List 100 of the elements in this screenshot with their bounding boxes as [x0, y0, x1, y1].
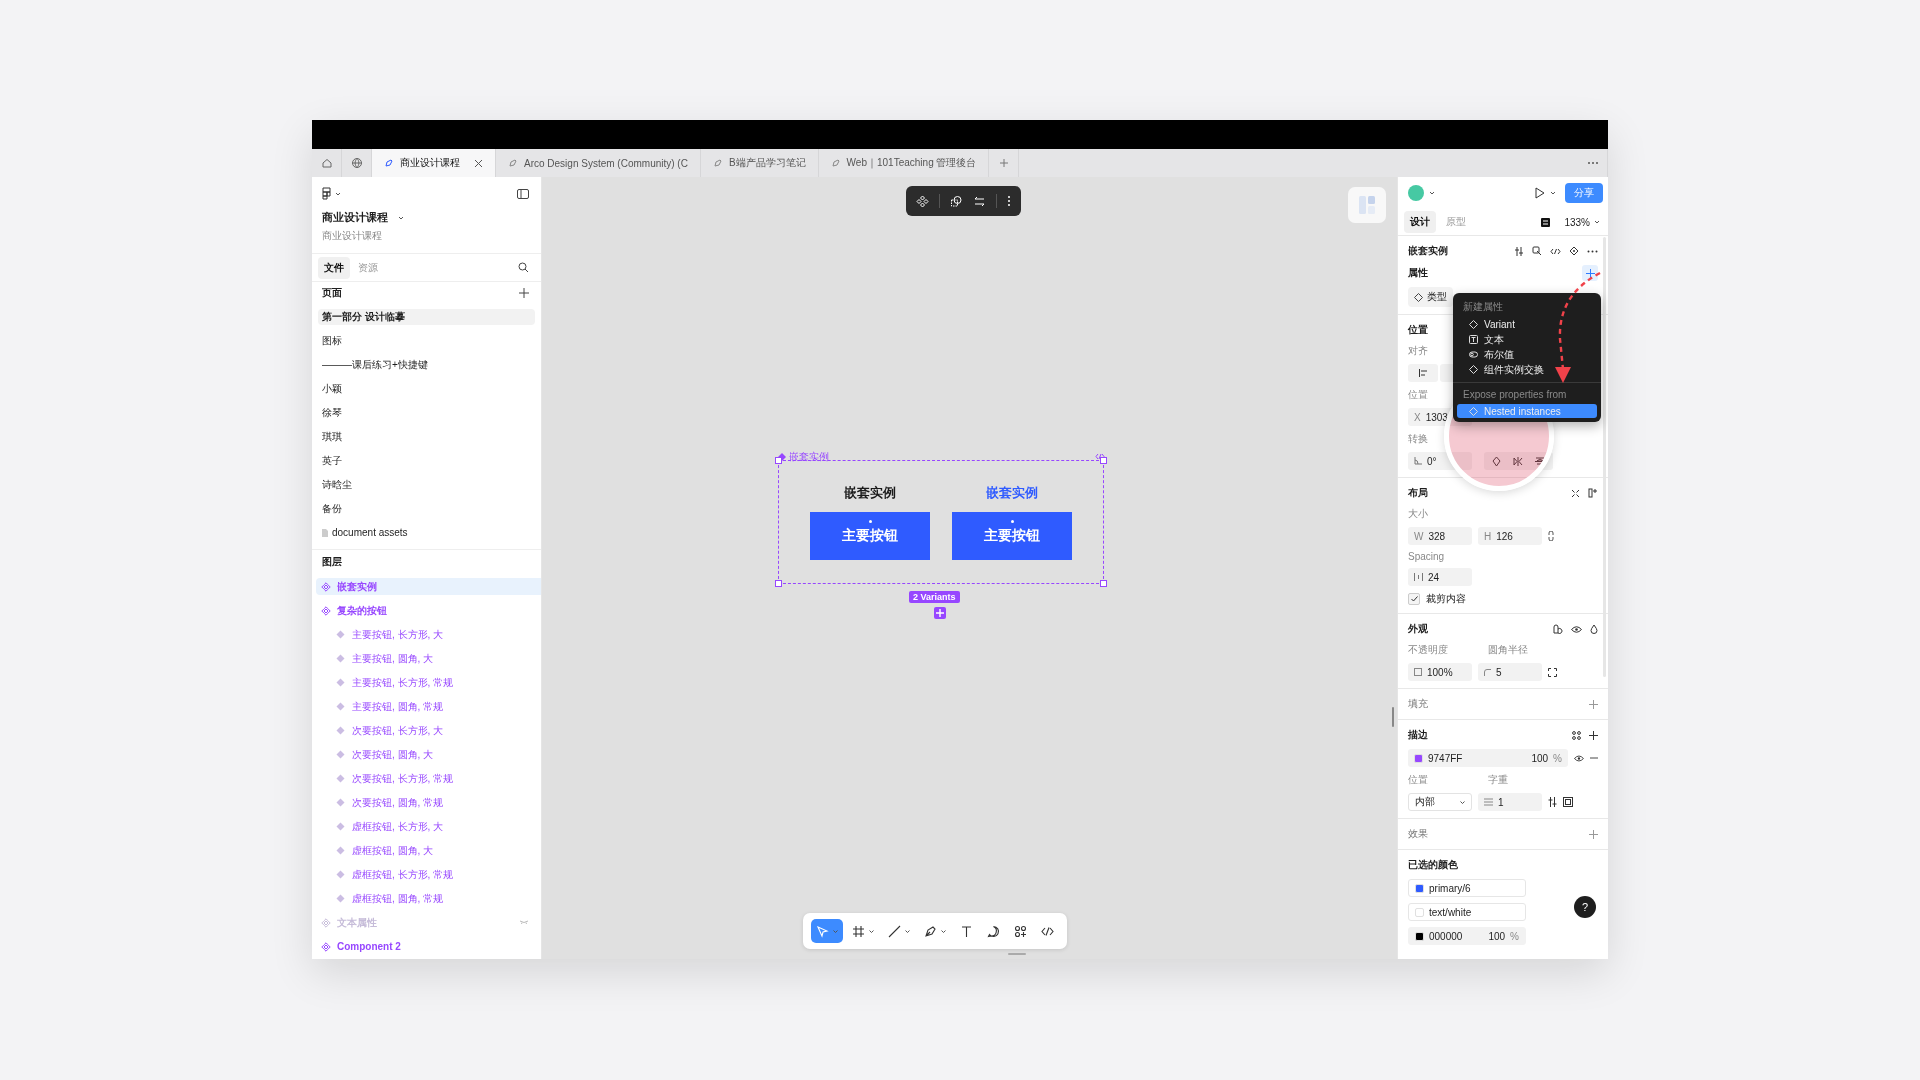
play-icon[interactable]: [1535, 187, 1545, 199]
menu-item[interactable]: 文本: [1453, 332, 1601, 347]
search-icon[interactable]: [518, 262, 529, 274]
collapse-icon[interactable]: [1571, 488, 1580, 498]
add-property-button[interactable]: [1582, 265, 1598, 281]
eye-icon[interactable]: [1574, 754, 1584, 762]
rotation-field[interactable]: 0°: [1408, 452, 1472, 470]
layer-item[interactable]: Component 2: [316, 935, 541, 959]
color-swatch[interactable]: [1415, 931, 1424, 941]
more-icon[interactable]: [1007, 195, 1011, 207]
style-icon[interactable]: [1553, 624, 1563, 634]
layer-item[interactable]: 主要按钮, 长方形, 常规: [316, 671, 541, 695]
sidebar-toggle-icon[interactable]: [517, 188, 529, 199]
page-item[interactable]: 徐琴: [318, 400, 535, 425]
resize-handle[interactable]: [775, 580, 782, 587]
primary-button[interactable]: 主要按钮: [810, 512, 930, 560]
layer-item[interactable]: 虚框按钮, 长方形, 大: [316, 815, 541, 839]
layer-item[interactable]: 虚框按钮, 圆角, 大: [316, 839, 541, 863]
spacing-field[interactable]: 24: [1408, 568, 1472, 586]
styles-grid-icon[interactable]: [1572, 730, 1581, 740]
corners-icon[interactable]: [1548, 667, 1557, 677]
primary-button[interactable]: 主要按钮: [952, 512, 1072, 560]
color-swatch[interactable]: [1415, 907, 1424, 917]
checkbox[interactable]: [1408, 593, 1420, 605]
page-item[interactable]: 小颖: [318, 376, 535, 401]
constrain-icon[interactable]: [1548, 531, 1554, 541]
sliders-icon[interactable]: [1514, 245, 1524, 257]
scrollbar[interactable]: [1392, 707, 1394, 727]
layer-item[interactable]: 次要按钮, 圆角, 常规: [316, 791, 541, 815]
file-title[interactable]: 商业设计课程: [322, 210, 388, 226]
page-item[interactable]: 备份: [318, 496, 535, 521]
drop-icon[interactable]: [1590, 624, 1598, 634]
page-item[interactable]: 诗晗尘: [318, 472, 535, 497]
eye-icon[interactable]: [1571, 625, 1582, 633]
flip-vertical-icon[interactable]: [1535, 456, 1545, 466]
resize-handle[interactable]: [775, 457, 782, 464]
diamond-icon[interactable]: [1569, 246, 1579, 256]
file-tab[interactable]: 商业设计课程: [372, 149, 496, 177]
layer-item[interactable]: 虚框按钮, 长方形, 常规: [316, 863, 541, 887]
caret-icon[interactable]: [1429, 191, 1435, 195]
layer-item[interactable]: 虚框按钮, 圆角, 常规: [316, 887, 541, 911]
flip-horizontal-icon[interactable]: [1513, 456, 1523, 466]
mask-icon[interactable]: [950, 194, 963, 208]
code-icon[interactable]: [1095, 453, 1105, 460]
frame-border-icon[interactable]: [1563, 797, 1573, 807]
page-item[interactable]: 第一部分 设计临摹: [318, 308, 535, 325]
color-swatch[interactable]: [1414, 753, 1423, 763]
add-page-icon[interactable]: [519, 288, 529, 299]
page-item[interactable]: 英子: [318, 448, 535, 473]
resize-handle[interactable]: [1100, 457, 1107, 464]
layer-item[interactable]: 主要按钮, 圆角, 常规: [316, 695, 541, 719]
width-field[interactable]: W 328: [1408, 527, 1472, 545]
panel-tab[interactable]: 文件: [318, 256, 350, 279]
help-button[interactable]: ?: [1574, 896, 1596, 918]
auto-layout-icon[interactable]: [1588, 488, 1598, 498]
height-field[interactable]: H 126: [1478, 527, 1542, 545]
figma-logo-icon[interactable]: [322, 187, 331, 201]
caret-icon[interactable]: [1594, 220, 1600, 224]
resize-handle[interactable]: [1008, 953, 1026, 955]
page-item[interactable]: 图标: [318, 328, 535, 353]
stroke-position-dropdown[interactable]: 内部: [1408, 793, 1472, 811]
layer-item[interactable]: 次要按钮, 长方形, 大: [316, 719, 541, 743]
component-set-frame[interactable]: 嵌套实例 主要按钮 嵌套实例 主要按钮: [778, 460, 1104, 584]
zoom-level[interactable]: 133%: [1564, 216, 1590, 228]
corner-radius-field[interactable]: 5: [1478, 663, 1542, 681]
align-left-button[interactable]: [1408, 364, 1438, 382]
stroke-weight-field[interactable]: 1: [1478, 793, 1542, 811]
close-icon[interactable]: [474, 158, 483, 168]
opacity-field[interactable]: 100%: [1408, 663, 1472, 681]
add-variant-button[interactable]: [934, 607, 946, 619]
color-row[interactable]: text/white: [1408, 903, 1526, 921]
layer-item[interactable]: 复杂的按钮: [316, 599, 541, 623]
resize-handle[interactable]: [1100, 580, 1107, 587]
code-icon[interactable]: [1550, 247, 1561, 255]
add-icon[interactable]: [1589, 730, 1598, 740]
component-icon[interactable]: [916, 194, 929, 208]
layer-item[interactable]: 主要按钮, 圆角, 大: [316, 647, 541, 671]
caret-icon[interactable]: [335, 191, 341, 196]
menu-item[interactable]: 组件实例交换: [1453, 362, 1601, 377]
more-icon[interactable]: [1587, 249, 1598, 253]
color-row[interactable]: primary/6: [1408, 879, 1526, 897]
sliders-icon[interactable]: [1548, 797, 1557, 807]
mode-tab[interactable]: 设计: [1404, 211, 1436, 233]
menu-item[interactable]: 布尔值: [1453, 347, 1601, 362]
caret-icon[interactable]: [398, 215, 404, 220]
color-swatch[interactable]: [1415, 883, 1424, 893]
layer-item[interactable]: 主要按钮, 长方形, 大: [316, 623, 541, 647]
swap-icon[interactable]: [973, 194, 986, 208]
layer-item[interactable]: 次要按钮, 长方形, 常规: [316, 767, 541, 791]
layer-item[interactable]: 次要按钮, 圆角, 大: [316, 743, 541, 767]
layer-item[interactable]: 嵌套实例: [316, 578, 541, 596]
color-row[interactable]: 000000 100 %: [1408, 927, 1526, 945]
page-item[interactable]: 琪琪: [318, 424, 535, 449]
caret-icon[interactable]: [1550, 191, 1556, 195]
property-chip[interactable]: 类型: [1408, 287, 1453, 307]
dev-mode-icon[interactable]: [1541, 217, 1551, 227]
menu-item[interactable]: Variant: [1453, 317, 1601, 332]
page-item[interactable]: document assets: [318, 520, 535, 545]
stroke-color-field[interactable]: 9747FF 100 %: [1408, 749, 1568, 767]
page-item[interactable]: ———课后练习+快捷键: [318, 352, 535, 377]
